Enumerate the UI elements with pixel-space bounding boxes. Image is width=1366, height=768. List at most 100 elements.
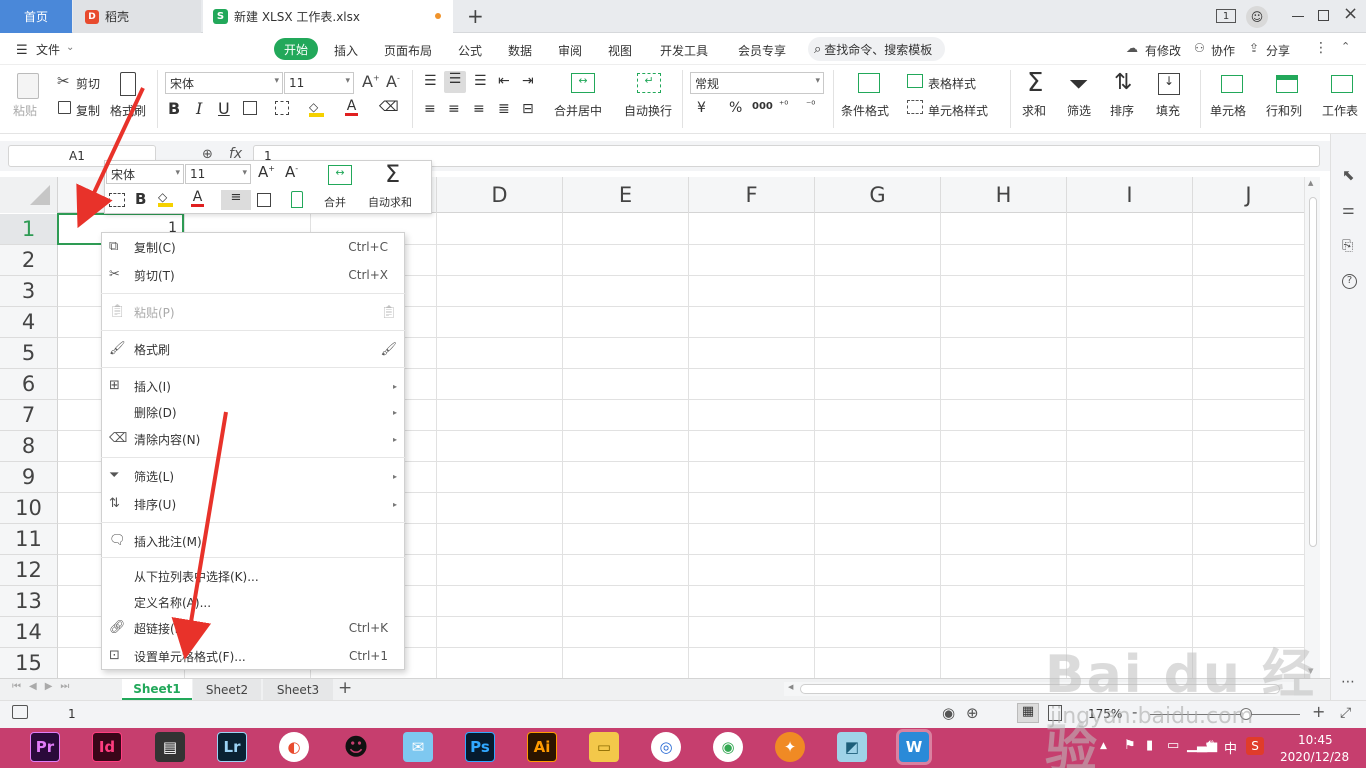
context-menu-item-6[interactable]: ⌫ 清除内容(N) ▸ bbox=[101, 426, 405, 452]
format-painter-side-icon[interactable]: 🖌︎ bbox=[380, 342, 397, 357]
cell-style-icon[interactable] bbox=[907, 100, 923, 114]
taskbar-premiere-icon[interactable]: Pr bbox=[30, 732, 60, 762]
new-tab-button[interactable]: + bbox=[467, 4, 484, 28]
sheet-tab-sheet2[interactable]: Sheet2 bbox=[193, 679, 261, 700]
font-color-icon[interactable]: A bbox=[345, 98, 358, 116]
tab-home[interactable]: 首页 bbox=[0, 0, 72, 33]
modified-status[interactable]: 有修改 bbox=[1145, 42, 1181, 59]
row-header-15[interactable]: 15 bbox=[0, 648, 58, 679]
align-right-icon[interactable]: ≡ bbox=[473, 101, 485, 117]
menu-page-layout[interactable]: 页面布局 bbox=[384, 42, 432, 59]
taskbar-wps-icon[interactable]: W bbox=[899, 732, 929, 762]
filter-icon[interactable]: ⏷ bbox=[1069, 70, 1088, 98]
command-search-input[interactable]: ⌕ 查找命令、搜索模板 bbox=[808, 37, 945, 61]
percent-icon[interactable]: % bbox=[729, 100, 742, 116]
number-format-select[interactable]: 常规 bbox=[690, 72, 824, 94]
taskbar-explorer-icon[interactable]: ▭ bbox=[589, 732, 619, 762]
fill-pattern-icon[interactable] bbox=[275, 101, 289, 115]
bold-icon[interactable]: B bbox=[168, 99, 180, 118]
currency-icon[interactable]: ¥ bbox=[697, 100, 706, 116]
paste-icon[interactable] bbox=[17, 73, 39, 99]
row-col-label[interactable]: 行和列 bbox=[1266, 102, 1302, 119]
mini-border-icon[interactable] bbox=[257, 193, 271, 207]
taskbar-qq-icon[interactable]: ☻ bbox=[341, 732, 371, 762]
mini-font-select[interactable]: 宋体 bbox=[106, 164, 184, 184]
row-header-13[interactable]: 13 bbox=[0, 586, 58, 617]
border-icon[interactable] bbox=[243, 101, 257, 115]
scroll-up-icon[interactable]: ▲ bbox=[1308, 179, 1313, 187]
fill-label[interactable]: 填充 bbox=[1156, 102, 1180, 119]
status-settings-icon[interactable] bbox=[12, 705, 28, 719]
menu-review[interactable]: 审阅 bbox=[558, 42, 582, 59]
mini-align-icon[interactable]: ≡ bbox=[221, 190, 251, 210]
taskbar-notes-icon[interactable]: ◩ bbox=[837, 732, 867, 762]
indent-increase-icon[interactable]: ⇥ bbox=[522, 73, 534, 89]
worksheet-label[interactable]: 工作表 bbox=[1322, 102, 1366, 119]
align-top-icon[interactable]: ☰ bbox=[424, 73, 437, 89]
mini-format-painter-icon[interactable] bbox=[291, 191, 303, 208]
row-header-9[interactable]: 9 bbox=[0, 462, 58, 493]
copy-icon[interactable] bbox=[58, 101, 71, 114]
help-icon[interactable]: ? bbox=[1342, 274, 1357, 289]
mini-autosum-icon[interactable]: Σ bbox=[385, 160, 400, 188]
context-menu-item-5[interactable]: 删除(D) ▸ bbox=[101, 399, 405, 425]
hamburger-icon[interactable]: ☰ bbox=[16, 43, 28, 58]
user-avatar[interactable]: ☺ bbox=[1246, 6, 1268, 28]
menu-data[interactable]: 数据 bbox=[508, 42, 532, 59]
menu-insert[interactable]: 插入 bbox=[334, 42, 358, 59]
context-menu-item-2[interactable]: 📋︎ 粘贴(P) 📋︎ bbox=[101, 299, 405, 325]
worksheet-icon[interactable] bbox=[1331, 75, 1353, 93]
row-header-14[interactable]: 14 bbox=[0, 617, 58, 648]
row-header-3[interactable]: 3 bbox=[0, 276, 58, 307]
column-header-j[interactable]: J bbox=[1192, 177, 1304, 213]
menu-formulas[interactable]: 公式 bbox=[458, 42, 482, 59]
context-menu-item-0[interactable]: ⧉ 复制(C) Ctrl+C bbox=[101, 234, 405, 260]
cell-label[interactable]: 单元格 bbox=[1210, 102, 1246, 119]
decrease-font-icon[interactable]: A- bbox=[386, 72, 400, 91]
column-header-e[interactable]: E bbox=[562, 177, 688, 213]
menu-start[interactable]: 开始 bbox=[274, 38, 318, 60]
format-painter-label[interactable]: 格式刷 bbox=[110, 102, 146, 119]
minimize-icon[interactable] bbox=[1292, 16, 1304, 17]
fill-color-icon[interactable]: ◇ bbox=[309, 100, 324, 117]
justify-icon[interactable]: ≣ bbox=[498, 101, 510, 117]
row-header-2[interactable]: 2 bbox=[0, 245, 58, 276]
mini-decrease-font-icon[interactable]: A- bbox=[285, 163, 298, 181]
sort-label[interactable]: 排序 bbox=[1110, 102, 1134, 119]
mini-size-select[interactable]: 11 bbox=[185, 164, 251, 184]
mini-increase-font-icon[interactable]: A+ bbox=[258, 163, 275, 181]
sheet-tab-sheet3[interactable]: Sheet3 bbox=[263, 679, 333, 700]
row-header-4[interactable]: 4 bbox=[0, 307, 58, 338]
collaborate-button[interactable]: 协作 bbox=[1211, 42, 1235, 59]
mini-font-color-icon[interactable]: A bbox=[191, 189, 204, 207]
align-center-icon[interactable]: ≡ bbox=[448, 101, 460, 117]
paste-options-icon[interactable]: 📋︎ bbox=[380, 305, 397, 320]
context-menu-item-7[interactable]: ⏷ 筛选(L) ▸ bbox=[101, 463, 405, 489]
normal-view-icon[interactable]: ▦ bbox=[1017, 703, 1039, 723]
restore-icon[interactable] bbox=[1318, 10, 1329, 21]
taskbar-browser-icon[interactable]: ◐ bbox=[279, 732, 309, 762]
row-header-5[interactable]: 5 bbox=[0, 338, 58, 369]
row-col-icon[interactable] bbox=[1276, 75, 1298, 93]
row-header-10[interactable]: 10 bbox=[0, 493, 58, 524]
align-middle-icon[interactable]: ☰ bbox=[444, 71, 466, 93]
paste-label[interactable]: 粘贴 bbox=[13, 102, 37, 119]
row-header-7[interactable]: 7 bbox=[0, 400, 58, 431]
column-header-i[interactable]: I bbox=[1066, 177, 1192, 213]
underline-icon[interactable]: U bbox=[218, 99, 230, 118]
select-all-corner[interactable] bbox=[0, 177, 58, 213]
decimal-decrease-icon[interactable]: ⁻⁰ bbox=[806, 100, 815, 111]
eye-protection-icon[interactable]: ◉ bbox=[942, 704, 955, 722]
taskbar-indesign-icon[interactable]: Id bbox=[92, 732, 122, 762]
close-icon[interactable]: × bbox=[1343, 3, 1358, 24]
menu-file[interactable]: 文件 bbox=[36, 41, 60, 58]
sum-label[interactable]: 求和 bbox=[1022, 102, 1046, 119]
menu-developer[interactable]: 开发工具 bbox=[660, 42, 708, 59]
tab-daoke[interactable]: D 稻壳 bbox=[73, 0, 201, 33]
taskbar-video-icon[interactable]: ▤ bbox=[155, 732, 185, 762]
window-count-badge[interactable]: 1 bbox=[1216, 9, 1236, 23]
column-header-f[interactable]: F bbox=[688, 177, 814, 213]
align-bottom-icon[interactable]: ☰ bbox=[474, 73, 487, 89]
context-menu-item-3[interactable]: 🖌︎ 格式刷 🖌︎ bbox=[101, 336, 405, 362]
column-header-d[interactable]: D bbox=[436, 177, 562, 213]
